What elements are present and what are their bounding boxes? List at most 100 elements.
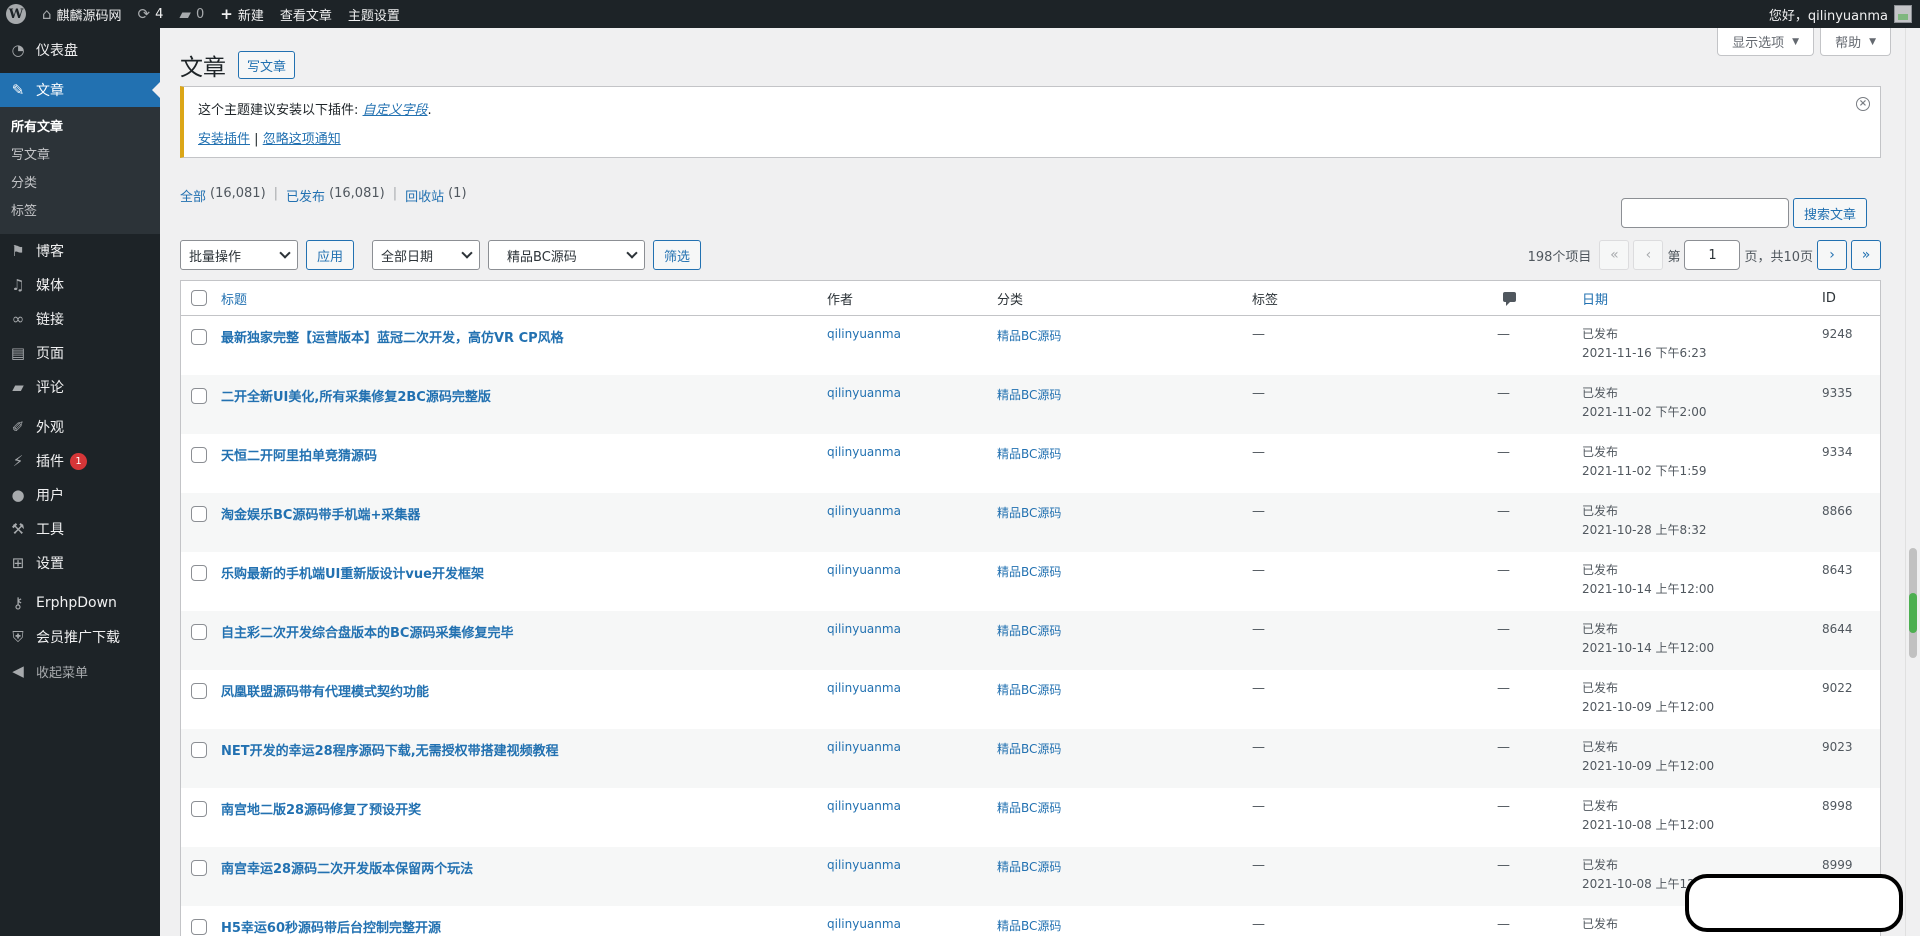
- sidebar-item-pages[interactable]: ▤ 页面: [0, 336, 160, 370]
- post-category-link[interactable]: 精品BC源码: [997, 447, 1061, 461]
- post-title-link[interactable]: 自主彩二次开发综合盘版本的BC源码采集修复完毕: [221, 626, 513, 641]
- add-new-post-button[interactable]: 写文章: [238, 51, 296, 79]
- wp-logo-menu[interactable]: W: [0, 0, 34, 28]
- row-checkbox[interactable]: [191, 565, 207, 581]
- my-account-menu[interactable]: 您好，qilinyuanma: [1761, 0, 1920, 28]
- post-author-link[interactable]: qilinyuanma: [827, 445, 901, 459]
- row-checkbox[interactable]: [191, 506, 207, 522]
- dismiss-notice-link[interactable]: 忽略这项通知: [263, 132, 341, 147]
- search-posts-button[interactable]: 搜索文章: [1792, 198, 1867, 228]
- row-checkbox[interactable]: [191, 860, 207, 876]
- post-author-link[interactable]: qilinyuanma: [827, 386, 901, 400]
- post-category-link[interactable]: 精品BC源码: [997, 624, 1061, 638]
- last-page-button[interactable]: »: [1851, 240, 1881, 270]
- next-page-button[interactable]: ›: [1817, 240, 1847, 270]
- updates-menu[interactable]: ⟳ 4: [130, 0, 172, 28]
- submenu-tags[interactable]: 标签: [0, 198, 160, 226]
- post-category-link[interactable]: 精品BC源码: [997, 565, 1061, 579]
- post-author-link[interactable]: qilinyuanma: [827, 740, 901, 754]
- post-category-link[interactable]: 精品BC源码: [997, 506, 1061, 520]
- column-date[interactable]: 日期: [1574, 289, 1814, 308]
- row-checkbox[interactable]: [191, 624, 207, 640]
- post-author-link[interactable]: qilinyuanma: [827, 622, 901, 636]
- post-category-link[interactable]: 精品BC源码: [997, 388, 1061, 402]
- post-category-link[interactable]: 精品BC源码: [997, 329, 1061, 343]
- apply-button[interactable]: 应用: [306, 240, 355, 270]
- post-category-link[interactable]: 精品BC源码: [997, 919, 1061, 933]
- post-title-link[interactable]: 凤凰联盟源码带有代理模式契约功能: [221, 685, 429, 700]
- close-icon[interactable]: ×: [1856, 97, 1870, 111]
- row-checkbox[interactable]: [191, 742, 207, 758]
- view-trash-link[interactable]: 回收站: [405, 186, 444, 205]
- post-title-link[interactable]: NET开发的幸运28程序源码下载,无需授权带搭建视频教程: [221, 744, 559, 759]
- date-filter-select[interactable]: 全部日期: [372, 240, 481, 270]
- category-filter-select[interactable]: 精品BC源码: [488, 240, 646, 270]
- select-all-checkbox[interactable]: [191, 290, 207, 306]
- post-title-link[interactable]: 天恒二开阿里拍单竞猜源码: [221, 449, 377, 464]
- post-author-link[interactable]: qilinyuanma: [827, 327, 901, 341]
- sidebar-item-plugins[interactable]: ⚡ 插件 1: [0, 444, 160, 478]
- post-author-link[interactable]: qilinyuanma: [827, 681, 901, 695]
- post-category-link[interactable]: 精品BC源码: [997, 860, 1061, 874]
- post-author-link[interactable]: qilinyuanma: [827, 799, 901, 813]
- screen-options-button[interactable]: 显示选项 ▼: [1717, 28, 1815, 56]
- new-content-menu[interactable]: + 新建: [212, 0, 272, 28]
- column-title[interactable]: 标题: [213, 289, 819, 308]
- post-title-link[interactable]: 乐购最新的手机端UI重新版设计vue开发框架: [221, 567, 484, 582]
- post-category-link[interactable]: 精品BC源码: [997, 742, 1061, 756]
- row-checkbox[interactable]: [191, 683, 207, 699]
- view-all-link[interactable]: 全部: [180, 186, 206, 205]
- row-checkbox[interactable]: [191, 919, 207, 935]
- sidebar-item-blog[interactable]: ⚑ 博客: [0, 234, 160, 268]
- sidebar-item-dashboard[interactable]: ◔ 仪表盘: [0, 33, 160, 67]
- sidebar-item-appearance[interactable]: ✐ 外观: [0, 410, 160, 444]
- sidebar-item-tools[interactable]: ⚒ 工具: [0, 512, 160, 546]
- sidebar-item-links[interactable]: ∞ 链接: [0, 302, 160, 336]
- help-button[interactable]: 帮助 ▼: [1820, 28, 1891, 56]
- post-category-link[interactable]: 精品BC源码: [997, 683, 1061, 697]
- row-checkbox[interactable]: [191, 447, 207, 463]
- page-scrollbar[interactable]: [1905, 28, 1920, 936]
- post-title-link[interactable]: 二开全新UI美化,所有采集修复2BC源码完整版: [221, 390, 491, 405]
- submenu-add-new[interactable]: 写文章: [0, 142, 160, 170]
- search-input[interactable]: [1620, 198, 1789, 228]
- plugin-link[interactable]: 自定义字段: [363, 103, 428, 118]
- post-category-link[interactable]: 精品BC源码: [997, 801, 1061, 815]
- install-plugin-link[interactable]: 安装插件: [198, 132, 250, 147]
- submenu-categories[interactable]: 分类: [0, 170, 160, 198]
- post-title-link[interactable]: H5幸运60秒源码带后台控制完整开源: [221, 921, 441, 936]
- post-title-link[interactable]: 南宫地二版28源码修复了预设开奖: [221, 803, 421, 818]
- post-title-link[interactable]: 淘金娱乐BC源码带手机端+采集器: [221, 508, 420, 523]
- bulk-action-select[interactable]: 批量操作: [180, 240, 298, 270]
- filter-button[interactable]: 筛选: [653, 240, 702, 270]
- view-posts-link[interactable]: 查看文章: [272, 0, 340, 28]
- sidebar-item-media[interactable]: ♫ 媒体: [0, 268, 160, 302]
- sidebar-item-member-promo[interactable]: ⛨ 会员推广下载: [0, 620, 160, 654]
- sidebar-item-users[interactable]: ● 用户: [0, 478, 160, 512]
- column-comments[interactable]: [1489, 291, 1574, 306]
- view-published-link[interactable]: 已发布: [286, 186, 325, 205]
- post-author-link[interactable]: qilinyuanma: [827, 917, 901, 931]
- post-tags: —: [1252, 386, 1265, 401]
- first-page-button: «: [1599, 240, 1630, 270]
- row-checkbox[interactable]: [191, 388, 207, 404]
- tablenav-top: 批量操作 应用 全部日期 精品BC源码 筛选 198个项目 « ‹ 第 1 页，…: [180, 240, 1881, 270]
- post-author-link[interactable]: qilinyuanma: [827, 563, 901, 577]
- sidebar-item-posts[interactable]: ✎ 文章: [0, 73, 160, 107]
- submenu-all-posts[interactable]: 所有文章: [0, 114, 160, 142]
- post-title-link[interactable]: 南宫幸运28源码二次开发版本保留两个玩法: [221, 862, 473, 877]
- row-checkbox[interactable]: [191, 329, 207, 345]
- sidebar-item-erphpdown[interactable]: ⚷ ErphpDown: [0, 586, 160, 620]
- collapse-menu-button[interactable]: ◀ 收起菜单: [0, 654, 160, 688]
- post-author-link[interactable]: qilinyuanma: [827, 504, 901, 518]
- row-checkbox[interactable]: [191, 801, 207, 817]
- post-title-link[interactable]: 最新独家完整【运营版本】蓝冠二次开发，高仿VR CP风格: [221, 331, 564, 346]
- post-author-link[interactable]: qilinyuanma: [827, 858, 901, 872]
- comments-menu[interactable]: ▰ 0: [171, 0, 212, 28]
- post-comments: —: [1497, 799, 1510, 814]
- sidebar-item-comments[interactable]: ▰ 评论: [0, 370, 160, 404]
- current-page-input[interactable]: 1: [1684, 240, 1741, 270]
- site-name-menu[interactable]: ⌂ 麒麟源码网: [34, 0, 130, 28]
- theme-settings-link[interactable]: 主题设置: [340, 0, 408, 28]
- sidebar-item-settings[interactable]: ⊞ 设置: [0, 546, 160, 580]
